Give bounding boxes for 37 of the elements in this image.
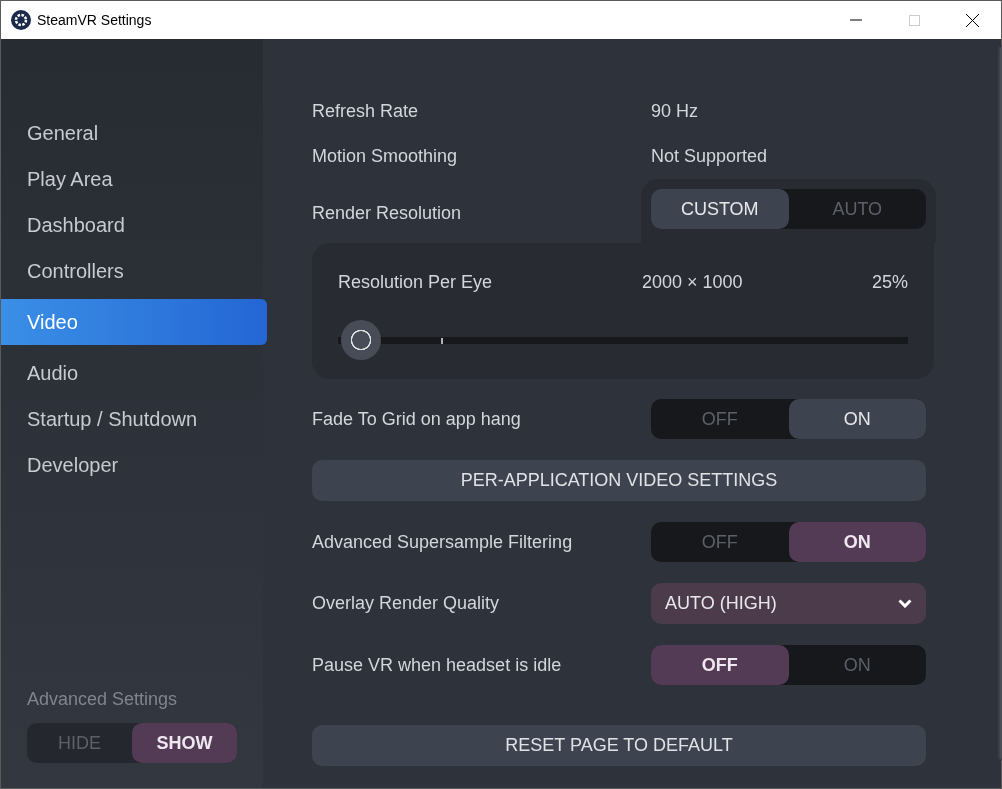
- slider-label: Resolution Per Eye: [338, 271, 494, 294]
- app-gear-icon: [11, 10, 31, 30]
- sidebar-item[interactable]: Dashboard: [1, 207, 263, 243]
- segment-option[interactable]: ON: [788, 399, 926, 439]
- segment-option[interactable]: CUSTOM: [651, 189, 789, 229]
- setting-label: Motion Smoothing: [312, 145, 459, 168]
- setting-label: Advanced Supersample Filtering: [312, 530, 574, 554]
- segment-option[interactable]: OFF: [651, 645, 789, 685]
- close-icon: [965, 13, 979, 27]
- sidebar-item[interactable]: Play Area: [1, 161, 263, 197]
- slider-tick: [441, 338, 443, 344]
- setting-label: Pause VR when headset is idle: [312, 653, 563, 677]
- resolution-value: 2000 × 1000: [642, 271, 744, 294]
- percent-reading: 25%: [871, 271, 908, 294]
- sidebar-item[interactable]: Startup / Shutdown: [1, 401, 263, 437]
- wide-button[interactable]: RESET PAGE TO DEFAULT: [312, 725, 926, 766]
- maximize-icon: [908, 14, 920, 26]
- setting-value: 90 Hz: [651, 100, 699, 123]
- window-title: SteamVR Settings: [37, 10, 152, 30]
- setting-label: Overlay Render Quality: [312, 592, 501, 615]
- sidebar-item[interactable]: Video: [1, 299, 267, 345]
- segment-option[interactable]: ON: [788, 522, 926, 562]
- minimize-icon: [850, 19, 862, 21]
- setting-value: Not Supported: [651, 145, 768, 168]
- setting-label: Render Resolution: [312, 201, 463, 225]
- sidebar-item[interactable]: General: [1, 115, 263, 151]
- wide-button[interactable]: PER-APPLICATION VIDEO SETTINGS: [312, 460, 926, 501]
- dropdown[interactable]: AUTO (HIGH): [651, 583, 926, 624]
- setting-label: Refresh Rate: [312, 100, 420, 123]
- segment-option[interactable]: SHOW: [132, 723, 237, 763]
- advanced-settings-label: Advanced Settings: [27, 688, 179, 711]
- sidebar-item[interactable]: Audio: [1, 355, 263, 391]
- slider-thumb[interactable]: [340, 320, 381, 360]
- sidebar-item[interactable]: Developer: [1, 447, 263, 483]
- chevron-down-icon: [898, 599, 912, 608]
- setting-label: Fade To Grid on app hang: [312, 407, 522, 431]
- sidebar-item[interactable]: Controllers: [1, 253, 263, 289]
